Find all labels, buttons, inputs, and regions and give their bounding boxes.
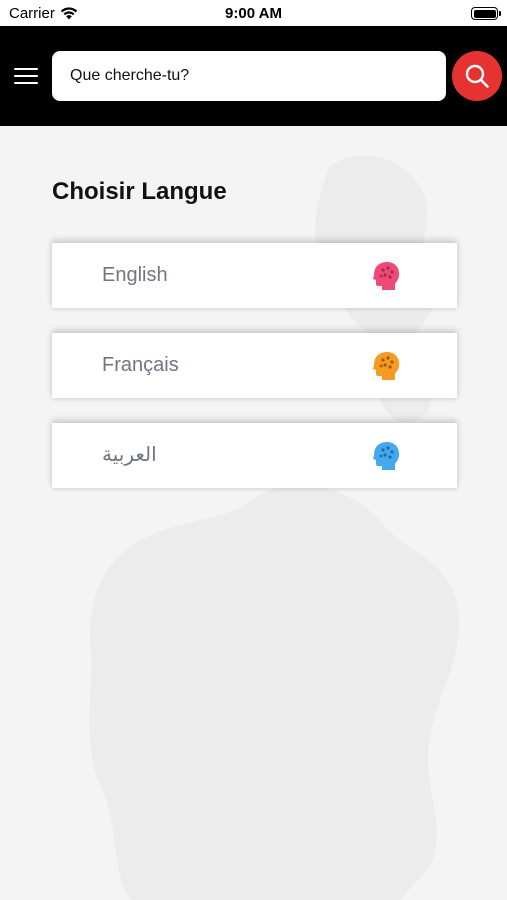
- status-bar: Carrier 9:00 AM: [0, 0, 507, 26]
- battery-icon: [471, 7, 501, 20]
- head-brain-icon: [373, 262, 400, 290]
- search-icon: [465, 64, 489, 88]
- language-option-english[interactable]: English: [52, 243, 457, 308]
- language-label: Français: [102, 354, 179, 376]
- language-label: English: [102, 264, 168, 286]
- language-label: العربية: [102, 444, 157, 466]
- app-header: [0, 26, 507, 126]
- language-option-arabic[interactable]: العربية: [52, 423, 457, 488]
- search-input[interactable]: [52, 51, 446, 101]
- page-title: Choisir Langue: [52, 178, 227, 205]
- head-brain-icon: [373, 352, 400, 380]
- search-button[interactable]: [452, 51, 502, 101]
- clock: 9:00 AM: [225, 5, 282, 22]
- head-brain-icon: [373, 442, 400, 470]
- language-option-french[interactable]: Français: [52, 333, 457, 398]
- menu-button[interactable]: [14, 66, 38, 86]
- language-list: English Français العربية: [52, 243, 457, 513]
